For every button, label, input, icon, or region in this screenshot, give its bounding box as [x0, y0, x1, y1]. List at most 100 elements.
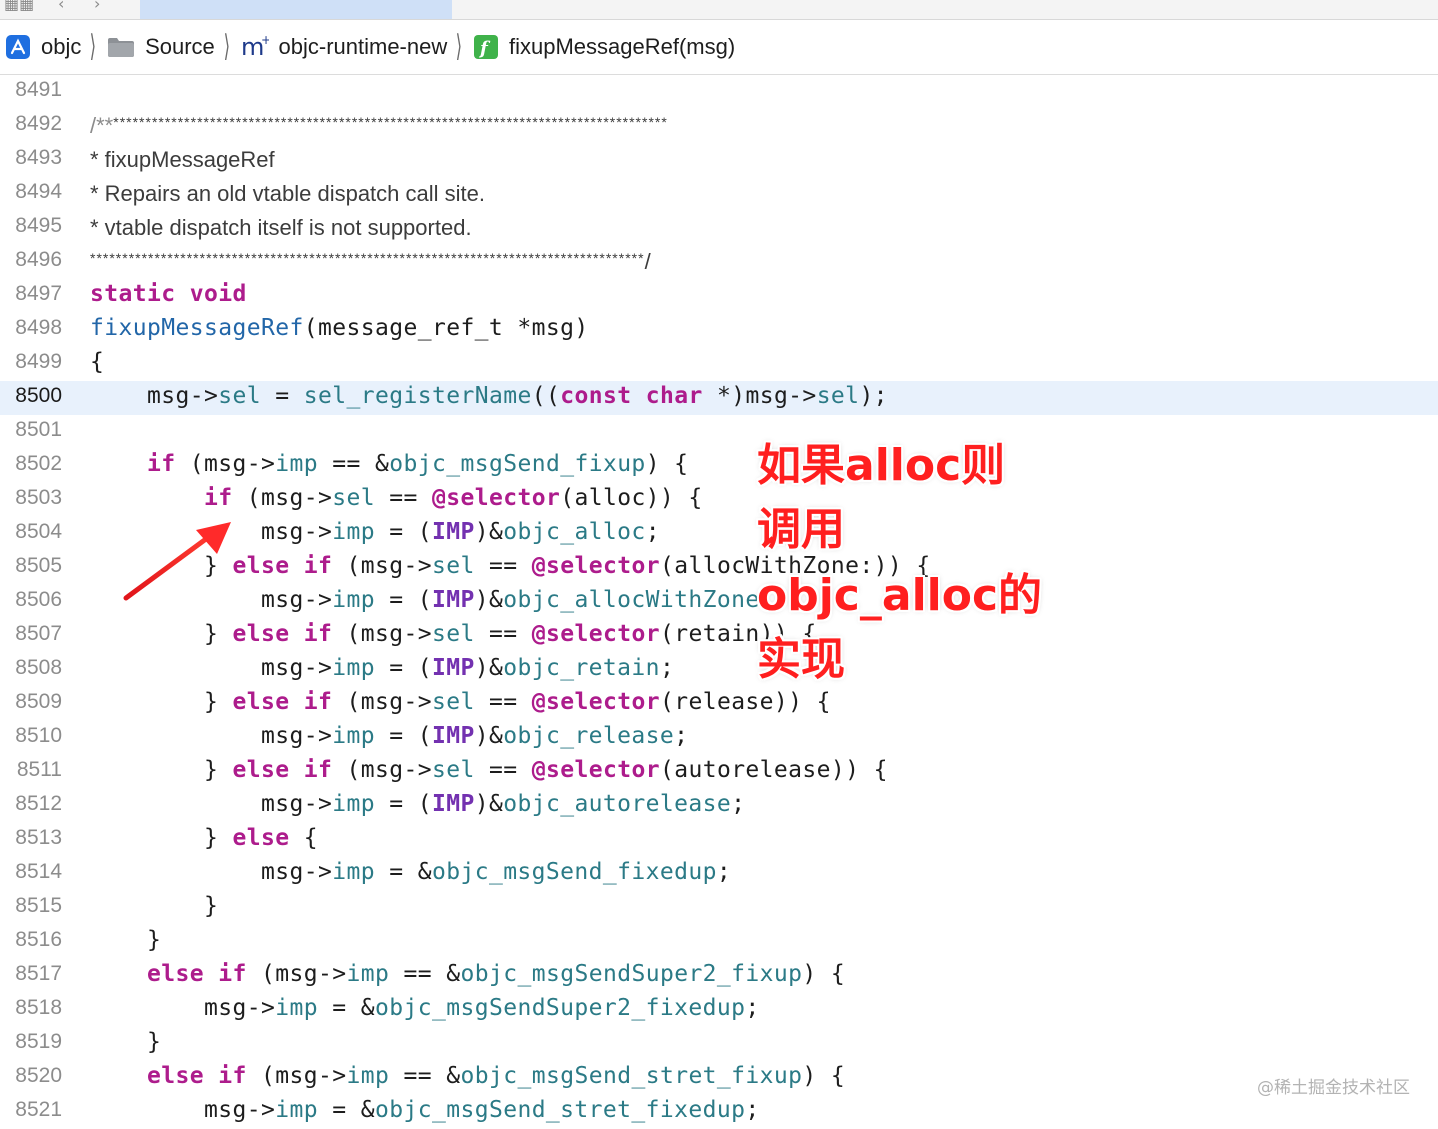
- code-token: objc_msgSend_fixedup: [431, 859, 717, 885]
- code-token: objc_msgSend_stret_fixup: [460, 1063, 803, 1089]
- code-token: objc_msgSendSuper2_fixedup: [374, 995, 746, 1021]
- code-line[interactable]: 8516 }: [0, 925, 1438, 959]
- code-line[interactable]: 8502 if (msg->imp == &objc_msgSend_fixup…: [0, 449, 1438, 483]
- code-text: fixupMessageRef(message_ref_t *msg): [90, 315, 589, 341]
- code-token: }: [90, 689, 233, 715]
- line-number: 8502: [15, 452, 62, 475]
- breadcrumb-item-folder[interactable]: Source: [107, 34, 215, 60]
- code-token: else: [147, 1063, 204, 1089]
- code-line[interactable]: 8511 } else if (msg->sel == @selector(au…: [0, 755, 1438, 789]
- code-line[interactable]: 8497 static void: [0, 279, 1438, 313]
- code-token: objc_retain: [503, 655, 660, 681]
- code-token: (msg->: [246, 961, 347, 987]
- code-token: @selector: [531, 553, 660, 579]
- code-token: imp: [332, 587, 375, 613]
- code-line[interactable]: 8499 {: [0, 347, 1438, 381]
- code-token: /: [644, 249, 651, 274]
- active-tab[interactable]: [140, 0, 452, 19]
- code-token: * vtable dispatch itself is not supporte…: [90, 215, 472, 240]
- line-number: 8511: [16, 758, 62, 781]
- code-line[interactable]: 8518 msg->imp = &objc_msgSendSuper2_fixe…: [0, 993, 1438, 1027]
- code-line[interactable]: 8520 else if (msg->imp == &objc_msgSend_…: [0, 1061, 1438, 1095]
- code-line[interactable]: 8510 msg->imp = (IMP)&objc_release;: [0, 721, 1438, 755]
- breadcrumb-item-file[interactable]: m + objc-runtime-new: [241, 34, 448, 60]
- breadcrumb-separator: ⟩: [455, 30, 463, 63]
- code-token: (msg->: [246, 1063, 347, 1089]
- code-line[interactable]: 8508 msg->imp = (IMP)&objc_retain;: [0, 653, 1438, 687]
- code-token: *)msg->: [702, 383, 817, 409]
- breadcrumb: objc ⟩ Source ⟩ m + objc-runtime-new ⟩ f …: [0, 20, 1438, 75]
- code-token: objc_msgSend_fixup: [389, 451, 646, 477]
- code-line[interactable]: 8503 if (msg->sel == @selector(alloc)) {: [0, 483, 1438, 517]
- line-number: 8519: [15, 1030, 62, 1053]
- code-token: * Repairs an old vtable dispatch call si…: [90, 181, 485, 206]
- code-token: imp: [275, 995, 318, 1021]
- code-token: ;: [745, 1097, 760, 1123]
- code-token: ;: [659, 655, 675, 681]
- grid-icon[interactable]: ▦▦: [4, 0, 34, 13]
- code-token: ==: [474, 553, 532, 579]
- code-line[interactable]: 8517 else if (msg->imp == &objc_msgSendS…: [0, 959, 1438, 993]
- code-token: imp: [332, 791, 375, 817]
- code-line[interactable]: 8494 * Repairs an old vtable dispatch cal…: [0, 177, 1438, 211]
- code-token: }: [90, 621, 233, 647]
- code-text: } else {: [90, 825, 318, 851]
- code-token: = (: [374, 519, 432, 545]
- breadcrumb-item-function[interactable]: f fixupMessageRef(msg): [473, 34, 735, 60]
- code-token: (release)) {: [659, 689, 831, 715]
- code-token: {: [289, 825, 318, 851]
- code-token: msg->: [90, 655, 333, 681]
- chevron-left-icon[interactable]: ‹: [58, 0, 64, 13]
- code-line[interactable]: 8493 * fixupMessageRef: [0, 143, 1438, 177]
- code-line[interactable]: 8509 } else if (msg->sel == @selector(re…: [0, 687, 1438, 721]
- line-number: 8520: [15, 1064, 62, 1087]
- code-line[interactable]: 8519 }: [0, 1027, 1438, 1061]
- code-token: (msg->: [332, 553, 432, 579]
- code-line[interactable]: 8514 msg->imp = &objc_msgSend_fixedup;: [0, 857, 1438, 891]
- breadcrumb-item-project[interactable]: objc: [5, 34, 81, 60]
- code-line[interactable]: 8513 } else {: [0, 823, 1438, 857]
- code-token: )&: [474, 655, 504, 681]
- code-token: (msg->: [232, 485, 333, 511]
- code-line[interactable]: 8495 * vtable dispatch itself is not supp…: [0, 211, 1438, 245]
- code-line[interactable]: 8500 msg->sel = sel_registerName((const …: [0, 381, 1438, 415]
- code-token: }: [90, 825, 233, 851]
- annotation-line: 调用: [757, 504, 845, 555]
- code-line[interactable]: 8491: [0, 75, 1438, 109]
- code-token: imp: [346, 1063, 390, 1089]
- code-token: imp: [275, 451, 318, 477]
- function-icon: f: [473, 34, 499, 60]
- code-token: ) {: [645, 451, 689, 477]
- line-number: 8506: [15, 588, 62, 611]
- code-token: ((: [531, 383, 561, 409]
- code-token: ==: [374, 485, 432, 511]
- code-token: = (: [374, 587, 432, 613]
- line-number: 8505: [15, 554, 62, 577]
- code-token: else: [147, 961, 204, 987]
- code-line[interactable]: 8512 msg->imp = (IMP)&objc_autorelease;: [0, 789, 1438, 823]
- line-number: 8501: [15, 418, 62, 441]
- code-token: msg->: [90, 859, 333, 885]
- code-line[interactable]: 8492 /***********************************…: [0, 109, 1438, 143]
- line-number: 8509: [15, 690, 62, 713]
- code-line[interactable]: 8496 ************************************…: [0, 245, 1438, 279]
- code-text: msg->imp = &objc_msgSend_fixedup;: [90, 859, 731, 885]
- code-token: IMP: [431, 655, 475, 681]
- code-token: = (: [374, 655, 432, 681]
- code-token: sel: [218, 383, 261, 409]
- code-line[interactable]: 8498 fixupMessageRef(message_ref_t *msg): [0, 313, 1438, 347]
- code-token: = &: [317, 1097, 375, 1123]
- chevron-right-icon[interactable]: ›: [94, 0, 100, 13]
- code-line[interactable]: 8515 }: [0, 891, 1438, 925]
- code-token: objc_alloc: [503, 519, 646, 545]
- code-line[interactable]: 8501: [0, 415, 1438, 449]
- code-line[interactable]: 8507 } else if (msg->sel == @selector(re…: [0, 619, 1438, 653]
- code-token: IMP: [431, 791, 475, 817]
- code-token: (msg->: [332, 689, 432, 715]
- code-token: ==: [474, 621, 532, 647]
- tab-bar: ▦▦ ‹ ›: [0, 0, 1438, 20]
